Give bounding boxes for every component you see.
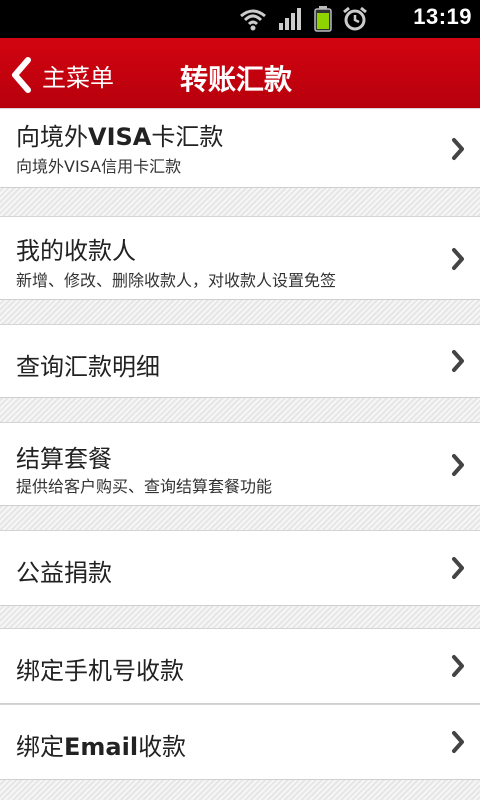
list-item-charity-donation[interactable]: 公益捐款	[0, 530, 480, 606]
list-item-label: 查询汇款明细	[16, 353, 160, 381]
wifi-icon	[238, 7, 268, 31]
list-item-visa-remittance[interactable]: 向境外VISA卡汇款 向境外VISA信用卡汇款	[0, 108, 480, 188]
chevron-right-icon	[452, 138, 464, 160]
list-item-label: 绑定手机号收款	[16, 657, 184, 685]
list-item-description: 提供给客户购买、查询结算套餐功能	[16, 477, 273, 496]
list-item-bind-email[interactable]: 绑定Email收款	[0, 704, 480, 780]
chevron-right-icon	[452, 454, 464, 476]
list-item-label: 我的收款人	[16, 237, 136, 265]
list-item-description: 向境外VISA信用卡汇款	[16, 157, 182, 176]
back-button-label: 主菜单	[42, 63, 114, 92]
alarm-icon	[342, 6, 368, 32]
page-title: 转账汇款	[180, 63, 293, 96]
status-bar: 13:19	[0, 0, 480, 38]
list-item-label: 绑定Email收款	[16, 733, 187, 761]
list-item-description: 新增、修改、删除收款人，对收款人设置免签	[16, 271, 337, 290]
chevron-right-icon	[452, 248, 464, 270]
list-item-settlement-package[interactable]: 结算套餐 提供给客户购买、查询结算套餐功能	[0, 422, 480, 506]
list-item-bind-phone[interactable]: 绑定手机号收款	[0, 628, 480, 704]
chevron-right-icon	[452, 350, 464, 372]
chevron-right-icon	[452, 731, 464, 753]
list-item-label: 结算套餐	[16, 445, 112, 473]
chevron-right-icon	[452, 557, 464, 579]
title-bar: 主菜单 转账汇款	[0, 38, 480, 112]
back-button[interactable]: 主菜单	[10, 50, 114, 100]
signal-icon	[278, 7, 304, 31]
chevron-right-icon	[452, 655, 464, 677]
list-item-remittance-details[interactable]: 查询汇款明细	[0, 324, 480, 398]
battery-icon	[314, 6, 332, 32]
status-clock: 13:19	[413, 4, 472, 29]
status-icons	[228, 6, 368, 32]
list-item-my-payees[interactable]: 我的收款人 新增、修改、删除收款人，对收款人设置免签	[0, 216, 480, 300]
list-item-label: 公益捐款	[16, 559, 112, 587]
list-item-label: 向境外VISA卡汇款	[16, 123, 224, 151]
chevron-left-icon	[10, 55, 36, 95]
